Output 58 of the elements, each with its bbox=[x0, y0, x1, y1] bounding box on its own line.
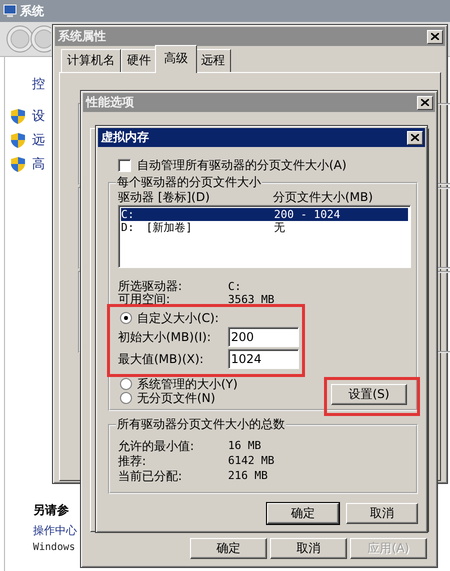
sidebar-link[interactable]: 远 bbox=[32, 131, 45, 149]
shield-icon bbox=[11, 132, 25, 148]
info-label: 可用空间: bbox=[118, 293, 172, 306]
close-button[interactable] bbox=[417, 96, 433, 110]
computer-icon bbox=[3, 4, 17, 18]
shield-icon bbox=[11, 108, 25, 124]
field-label: 最大值(MB)(X): bbox=[118, 350, 205, 368]
sidebar-link[interactable]: 设 bbox=[32, 107, 45, 125]
tab[interactable]: 远程 bbox=[195, 49, 231, 72]
shield-icon bbox=[11, 156, 25, 172]
close-button[interactable] bbox=[427, 30, 443, 44]
input-field[interactable]: 1024 bbox=[228, 349, 299, 369]
list-row[interactable]: D: [新加卷] 无 bbox=[121, 221, 408, 234]
checkbox[interactable] bbox=[118, 159, 131, 172]
link[interactable]: Windows bbox=[33, 542, 77, 553]
dialog-button[interactable]: 取消 bbox=[270, 538, 347, 559]
set-button[interactable]: 设置(S) bbox=[331, 384, 407, 405]
close-icon bbox=[411, 134, 419, 141]
close-button[interactable] bbox=[407, 130, 423, 144]
info-value: C: bbox=[228, 280, 242, 293]
list-row[interactable]: C: 200 - 1024 bbox=[121, 208, 408, 221]
info-value: 6142 MB bbox=[228, 454, 276, 469]
dialog-button[interactable]: 取消 bbox=[346, 503, 418, 524]
sidebar-link[interactable]: 高 bbox=[32, 155, 45, 173]
radio-button[interactable] bbox=[120, 312, 132, 324]
link[interactable]: 操作中心 bbox=[33, 523, 77, 538]
info-label: 允许的最小值: bbox=[118, 439, 196, 454]
radio-label: 自定义大小(C): bbox=[137, 310, 219, 326]
dialog-button[interactable]: 确定 bbox=[190, 538, 267, 559]
dialog-button[interactable]: 确定 bbox=[267, 503, 339, 524]
checkbox-label: 自动管理所有驱动器的分页文件大小(A) bbox=[137, 157, 347, 174]
info-label: 所选驱动器: bbox=[118, 280, 184, 293]
info-value: 216 MB bbox=[228, 469, 269, 484]
info-label: 推荐: bbox=[118, 454, 148, 469]
section-heading: 另请参 bbox=[33, 502, 70, 519]
tab[interactable]: 高级 bbox=[155, 45, 197, 73]
radio-button[interactable] bbox=[120, 392, 132, 404]
info-label: 当前已分配: bbox=[118, 469, 184, 484]
field-label: 初始大小(MB)(I): bbox=[118, 328, 212, 346]
close-icon bbox=[421, 99, 429, 106]
close-icon bbox=[431, 33, 439, 40]
group-title: 每个驱动器的分页文件大小 bbox=[116, 174, 262, 191]
group-title: 所有驱动器分页文件大小的总数 bbox=[116, 416, 286, 433]
tab[interactable]: 硬件 bbox=[121, 49, 157, 72]
sidebar-link[interactable]: 控 bbox=[32, 75, 45, 93]
radio-button[interactable] bbox=[120, 378, 132, 390]
column-header: 分页文件大小(MB) bbox=[273, 191, 374, 204]
window-title: 虚拟内存 bbox=[101, 129, 150, 146]
input-field[interactable]: 200 bbox=[228, 327, 299, 347]
tab[interactable]: 计算机名 bbox=[61, 49, 121, 72]
radio-label: 系统管理的大小(Y) bbox=[137, 376, 238, 392]
info-value: 16 MB bbox=[228, 439, 262, 454]
radio-label: 无分页文件(N) bbox=[137, 390, 216, 406]
window-title: 系统属性 bbox=[58, 28, 107, 45]
column-header: 驱动器 [卷标](D) bbox=[118, 191, 211, 204]
info-value: 3563 MB bbox=[228, 293, 276, 306]
window-title: 性能选项 bbox=[86, 94, 135, 111]
window-title: 系统 bbox=[20, 2, 44, 20]
